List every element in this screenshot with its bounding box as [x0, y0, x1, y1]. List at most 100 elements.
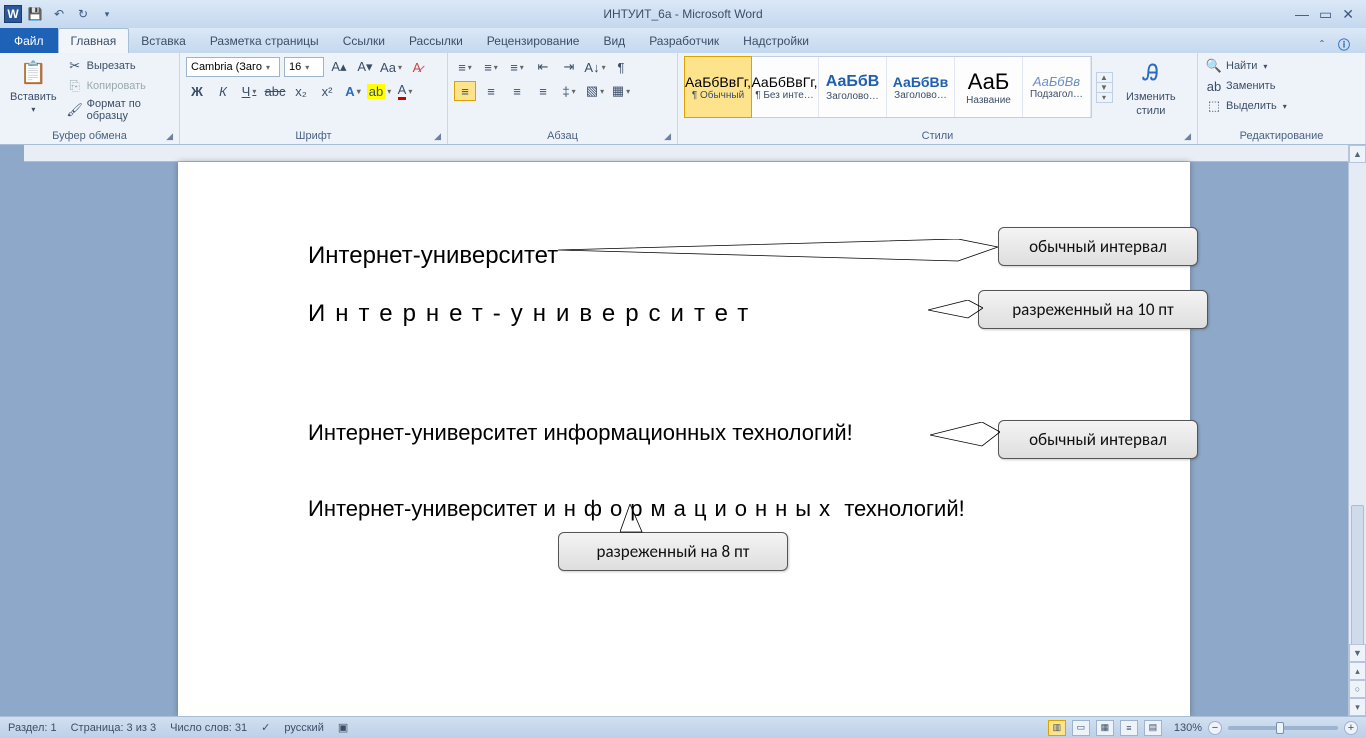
- decrease-indent-icon[interactable]: ⇤: [532, 57, 554, 77]
- doc-line-1[interactable]: Интернет-университет: [308, 242, 1110, 270]
- zoom-out-button[interactable]: −: [1208, 721, 1222, 735]
- bold-icon[interactable]: Ж: [186, 81, 208, 101]
- clipboard-dialog-launcher[interactable]: ◢: [166, 131, 173, 142]
- status-words[interactable]: Число слов: 31: [170, 722, 247, 734]
- text-effects-icon[interactable]: A: [342, 81, 364, 101]
- zoom-level[interactable]: 130%: [1174, 722, 1202, 734]
- grow-font-icon[interactable]: A▴: [328, 57, 350, 77]
- multilevel-icon[interactable]: ≡: [506, 57, 528, 77]
- doc-line-4[interactable]: Интернет-университет информационных техн…: [308, 496, 1110, 522]
- align-right-icon[interactable]: ≡: [506, 81, 528, 101]
- zoom-slider[interactable]: [1228, 726, 1338, 730]
- prev-page-icon[interactable]: ▴: [1349, 662, 1366, 680]
- cut-button[interactable]: ✂Вырезать: [65, 57, 173, 75]
- show-marks-icon[interactable]: ¶: [610, 57, 632, 77]
- select-button[interactable]: ⬚Выделить▾: [1204, 97, 1359, 115]
- zoom-in-button[interactable]: +: [1344, 721, 1358, 735]
- horizontal-ruler[interactable]: [24, 145, 1348, 162]
- font-size-combo[interactable]: 16▾: [284, 57, 324, 77]
- align-center-icon[interactable]: ≡: [480, 81, 502, 101]
- style-item[interactable]: АаБНазвание: [955, 57, 1023, 117]
- italic-icon[interactable]: К: [212, 81, 234, 101]
- shading-icon[interactable]: ▧: [584, 81, 606, 101]
- bullets-icon[interactable]: ≡: [454, 57, 476, 77]
- tab-developer[interactable]: Разработчик: [637, 28, 731, 53]
- doc-line-3[interactable]: Интернет-университет информационных техн…: [308, 420, 1110, 446]
- style-item[interactable]: АаБбВЗаголово…: [819, 57, 887, 117]
- minimize-icon[interactable]: —: [1295, 6, 1309, 23]
- browse-object-icon[interactable]: ○: [1349, 680, 1366, 698]
- tab-file[interactable]: Файл: [0, 28, 58, 53]
- align-left-icon[interactable]: ≡: [454, 81, 476, 101]
- change-case-icon[interactable]: Aa: [380, 57, 402, 77]
- tab-addins[interactable]: Надстройки: [731, 28, 821, 53]
- shrink-font-icon[interactable]: A▾: [354, 57, 376, 77]
- superscript-icon[interactable]: x²: [316, 81, 338, 101]
- close-icon[interactable]: ✕: [1342, 6, 1354, 23]
- next-page-icon[interactable]: ▾: [1349, 698, 1366, 716]
- tab-pagelayout[interactable]: Разметка страницы: [198, 28, 331, 53]
- copy-icon: ⎘: [67, 78, 83, 94]
- ribbon-minimize-icon[interactable]: ˆ: [1320, 38, 1324, 52]
- style-item[interactable]: АаБбВвЗаголово…: [887, 57, 955, 117]
- tab-view[interactable]: Вид: [591, 28, 637, 53]
- styles-gallery[interactable]: АаБбВвГг,¶ ОбычныйАаБбВвГг,¶ Без инте…Аа…: [684, 56, 1092, 118]
- style-item[interactable]: АаБбВвПодзагол…: [1023, 57, 1091, 117]
- tab-insert[interactable]: Вставка: [129, 28, 198, 53]
- line-spacing-icon[interactable]: ‡: [558, 81, 580, 101]
- help-icon[interactable]: ⓘ: [1338, 36, 1350, 53]
- status-language[interactable]: русский: [284, 722, 323, 734]
- highlight-icon[interactable]: ab: [368, 81, 390, 101]
- status-page[interactable]: Страница: 3 из 3: [71, 722, 157, 734]
- borders-icon[interactable]: ▦: [610, 81, 632, 101]
- gallery-more-icon[interactable]: ▾: [1096, 92, 1113, 103]
- tab-references[interactable]: Ссылки: [331, 28, 397, 53]
- paragraph-dialog-launcher[interactable]: ◢: [664, 131, 671, 142]
- quick-access-toolbar: W 💾 ↶ ↻ ▾: [0, 3, 118, 25]
- font-name-combo[interactable]: Cambria (Заго▾: [186, 57, 280, 77]
- doc-line-4b: информационных: [543, 496, 838, 521]
- increase-indent-icon[interactable]: ⇥: [558, 57, 580, 77]
- replace-icon: ab: [1206, 78, 1222, 94]
- sort-icon[interactable]: A↓: [584, 57, 606, 77]
- word-icon[interactable]: W: [4, 5, 22, 23]
- maximize-icon[interactable]: ▭: [1319, 6, 1332, 23]
- styles-dialog-launcher[interactable]: ◢: [1184, 131, 1191, 142]
- underline-icon[interactable]: Ч: [238, 81, 260, 101]
- status-macro-icon[interactable]: ▣: [338, 721, 348, 734]
- find-button[interactable]: 🔍Найти▾: [1204, 57, 1359, 75]
- clear-formatting-icon[interactable]: A̷: [406, 57, 428, 77]
- qat-customize-icon[interactable]: ▾: [96, 3, 118, 25]
- view-draft-icon[interactable]: ▤: [1144, 720, 1162, 736]
- view-web-icon[interactable]: ▦: [1096, 720, 1114, 736]
- change-styles-button[interactable]: Ꭿ Изменить стили: [1122, 55, 1180, 119]
- qat-save-icon[interactable]: 💾: [24, 3, 46, 25]
- justify-icon[interactable]: ≡: [532, 81, 554, 101]
- page[interactable]: Интернет-университет Интернет-университе…: [178, 162, 1190, 716]
- subscript-icon[interactable]: x₂: [290, 81, 312, 101]
- style-item[interactable]: АаБбВвГг,¶ Без инте…: [751, 57, 819, 117]
- scroll-up-icon[interactable]: ▲: [1349, 145, 1366, 163]
- paste-button[interactable]: 📋 Вставить ▾: [6, 55, 61, 116]
- view-fullscreen-icon[interactable]: ▭: [1072, 720, 1090, 736]
- font-dialog-launcher[interactable]: ◢: [434, 131, 441, 142]
- qat-redo-icon[interactable]: ↻: [72, 3, 94, 25]
- tab-home[interactable]: Главная: [58, 28, 130, 53]
- replace-button[interactable]: abЗаменить: [1204, 77, 1359, 95]
- tab-mailings[interactable]: Рассылки: [397, 28, 475, 53]
- status-proofing-icon[interactable]: ✓: [261, 721, 270, 734]
- scroll-down-icon[interactable]: ▼: [1349, 644, 1366, 662]
- zoom-slider-thumb[interactable]: [1276, 722, 1284, 734]
- style-item[interactable]: АаБбВвГг,¶ Обычный: [684, 56, 752, 118]
- view-outline-icon[interactable]: ≡: [1120, 720, 1138, 736]
- strike-icon[interactable]: abc: [264, 81, 286, 101]
- format-painter-button[interactable]: 🖌Формат по образцу: [65, 97, 173, 123]
- copy-button[interactable]: ⎘Копировать: [65, 77, 173, 95]
- qat-undo-icon[interactable]: ↶: [48, 3, 70, 25]
- status-section[interactable]: Раздел: 1: [8, 722, 57, 734]
- tab-review[interactable]: Рецензирование: [475, 28, 592, 53]
- numbering-icon[interactable]: ≡: [480, 57, 502, 77]
- vertical-scrollbar[interactable]: ▲ ▼ ▴ ○ ▾: [1348, 145, 1366, 716]
- font-color-icon[interactable]: A: [394, 81, 416, 101]
- view-print-layout-icon[interactable]: ▥: [1048, 720, 1066, 736]
